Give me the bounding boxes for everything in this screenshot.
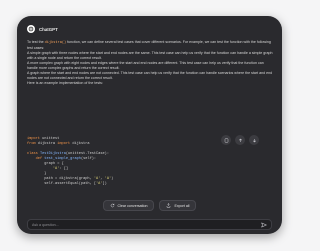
message-intro: To test the dijkstra() function, we can … [27, 40, 271, 50]
clear-conversation-button[interactable]: Clear conversation [102, 200, 155, 211]
clear-conversation-label: Clear conversation [117, 203, 148, 208]
code-line: self.assertEqual(path, ['A']) [27, 182, 107, 186]
send-icon[interactable] [261, 222, 267, 228]
export-all-button[interactable]: Export all [159, 200, 197, 211]
chat-header: ChatGPT [27, 25, 58, 33]
export-all-label: Export all [174, 203, 190, 208]
arrow-up-icon[interactable] [235, 135, 245, 145]
message-line: A simple graph with three nodes where th… [27, 51, 273, 60]
question-input-bar [27, 219, 272, 230]
chat-window: ChatGPT To test the dijkstra() function,… [17, 16, 282, 234]
export-icon [167, 203, 171, 208]
inline-code: dijkstra() [44, 41, 67, 45]
arrow-down-icon[interactable] [249, 135, 259, 145]
refresh-icon [110, 203, 114, 208]
assistant-message: To test the dijkstra() function, we can … [27, 40, 273, 86]
message-line: A graph where the start and end nodes ar… [27, 71, 273, 80]
copy-icon[interactable] [221, 135, 231, 145]
message-line: A more complex graph with eight nodes an… [27, 61, 264, 70]
message-line: Here is an example implementation of the… [27, 81, 103, 85]
chatgpt-logo-icon [27, 25, 35, 33]
action-bar: Clear conversation Export all [17, 200, 282, 211]
question-input[interactable] [32, 222, 261, 227]
app-title: ChatGPT [39, 26, 58, 32]
code-block: import unittest from dijkstra import dijk… [27, 137, 113, 187]
code-toolbar [221, 135, 259, 145]
